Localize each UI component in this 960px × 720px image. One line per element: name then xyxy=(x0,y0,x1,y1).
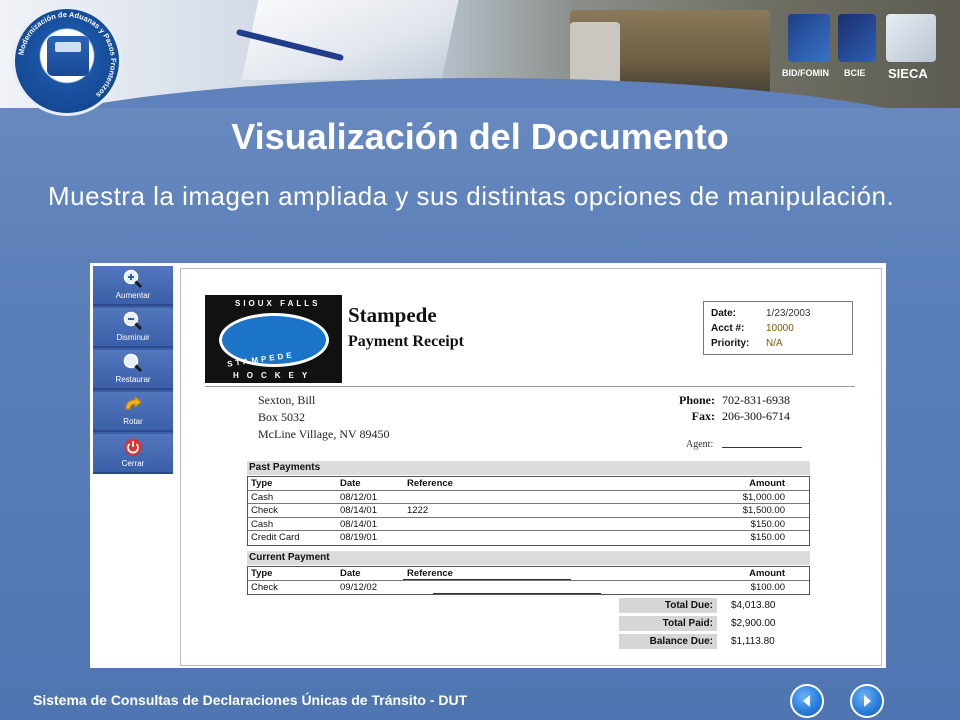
cell-type: Credit Card xyxy=(251,532,300,543)
phone-value: 702-831-6938 xyxy=(722,393,790,407)
cell-type: Check xyxy=(251,505,278,516)
col-reference: Reference xyxy=(407,478,453,489)
next-slide-button[interactable] xyxy=(850,684,884,718)
slide-title: Visualización del Documento xyxy=(231,116,729,157)
address-line-1: Sexton, Bill xyxy=(258,393,316,407)
cell-type: Cash xyxy=(251,491,274,503)
cell-date: 08/19/01 xyxy=(340,532,377,543)
table-row: Check 08/14/01 1222 $1,500.00 xyxy=(248,504,809,518)
zoom-in-label: Aumentar xyxy=(115,291,151,300)
col-amount: Amount xyxy=(749,478,785,489)
rotate-button[interactable]: Rotar xyxy=(93,392,173,432)
cell-date: 08/14/01 xyxy=(340,505,377,516)
zoom-in-icon xyxy=(123,269,143,289)
arrow-right-icon xyxy=(864,695,871,707)
cell-date: 08/14/01 xyxy=(340,518,377,530)
total-paid-value: $2,900.00 xyxy=(731,618,776,629)
zoom-out-button[interactable]: Disminuir xyxy=(93,308,173,348)
address-line-2: Box 5032 xyxy=(258,410,306,424)
date-label: Date: xyxy=(711,308,737,319)
close-button[interactable]: Cerrar xyxy=(93,434,173,474)
date-value: 1/23/2003 xyxy=(766,308,811,319)
acct-label: Acct #: xyxy=(711,323,745,334)
col-date: Date xyxy=(340,478,361,489)
close-label: Cerrar xyxy=(121,459,145,468)
phone-label: Phone: xyxy=(679,393,715,407)
sieca-logo xyxy=(886,14,936,62)
previous-slide-button[interactable] xyxy=(790,684,824,718)
slide-subtitle: Muestra la imagen ampliada y sus distint… xyxy=(48,181,895,211)
past-payments-heading: Past Payments xyxy=(247,461,810,475)
priority-label: Priority: xyxy=(711,338,750,349)
partner-logos: BID/FOMIN BCIE SIECA xyxy=(780,14,940,84)
total-due-label: Total Due: xyxy=(619,598,717,613)
address-line-3: McLine Village, NV 89450 xyxy=(258,427,390,441)
col-type: Type xyxy=(251,478,273,489)
acct-value: 10000 xyxy=(766,323,794,334)
reference-underline xyxy=(403,579,571,580)
table-row: Cash 08/14/01 $150.00 xyxy=(248,518,809,531)
cell-date: 08/12/01 xyxy=(340,491,377,503)
stampede-logo: SIOUX FALLS STAMPEDE HOCKEY xyxy=(205,295,342,383)
zoom-in-button[interactable]: Aumentar xyxy=(93,266,173,306)
document-viewer: Aumentar Disminuir Restaurar Rotar Cerra… xyxy=(90,263,886,668)
past-payments-table: Type Date Reference Amount Cash 08/12/01… xyxy=(247,476,810,546)
table-header-row: Type Date Reference Amount xyxy=(248,477,809,491)
fax-value: 206-300-6714 xyxy=(722,409,790,423)
zoom-out-icon xyxy=(123,311,143,331)
agent-signature-line xyxy=(722,447,802,448)
cell-type: Cash xyxy=(251,518,274,530)
current-payment-table: Type Date Reference Amount Check 09/12/0… xyxy=(247,566,810,595)
cell-amount: $150.00 xyxy=(750,518,785,530)
footer-text: Sistema de Consultas de Declaraciones Ún… xyxy=(33,692,468,708)
col-date: Date xyxy=(340,568,361,579)
cell-amount: $150.00 xyxy=(750,532,785,543)
header-divider xyxy=(205,386,855,387)
rotate-label: Rotar xyxy=(123,417,143,426)
priority-value: N/A xyxy=(766,338,783,349)
cell-date: 09/12/02 xyxy=(340,581,377,593)
cell-amount: $1,500.00 xyxy=(742,505,785,516)
cell-reference: 1222 xyxy=(407,505,429,516)
power-icon xyxy=(124,438,142,456)
table-row: Cash 08/12/01 $1,000.00 xyxy=(248,491,809,504)
col-amount: Amount xyxy=(749,568,785,579)
arrow-left-icon xyxy=(803,695,810,707)
partner-label-bid: BID/FOMIN xyxy=(782,68,829,78)
partner-label-bcie: BCIE xyxy=(844,68,866,78)
account-info-box: Date: 1/23/2003 Acct #: 10000 Priority: … xyxy=(703,301,853,355)
cell-amount: $1,000.00 xyxy=(742,491,785,503)
total-paid-label: Total Paid: xyxy=(619,616,717,631)
viewer-toolbar: Aumentar Disminuir Restaurar Rotar Cerra… xyxy=(93,266,173,474)
fax-label: Fax: xyxy=(691,409,715,423)
agent-label: Agent: xyxy=(686,439,714,450)
total-due-value: $4,013.80 xyxy=(731,600,776,611)
reference-underline xyxy=(433,593,601,594)
zoom-out-label: Disminuir xyxy=(116,333,150,342)
logo-text-bottom: HOCKEY xyxy=(233,371,316,380)
logo-text-top: SIOUX FALLS xyxy=(235,299,321,308)
balance-due-value: $1,113.80 xyxy=(731,636,775,647)
bcie-logo xyxy=(838,14,876,62)
col-type: Type xyxy=(251,568,273,579)
col-reference: Reference xyxy=(407,568,453,579)
current-payment-heading: Current Payment xyxy=(247,551,810,565)
balance-due-label: Balance Due: xyxy=(619,634,717,649)
document-type: Payment Receipt xyxy=(348,333,464,350)
restore-icon xyxy=(123,353,143,373)
document-image: SIOUX FALLS STAMPEDE HOCKEY Stampede Pay… xyxy=(180,268,882,666)
restore-button[interactable]: Restaurar xyxy=(93,350,173,390)
rotate-icon xyxy=(125,395,142,410)
company-name: Stampede xyxy=(348,303,437,327)
bid-fomin-logo xyxy=(788,14,830,62)
cell-type: Check xyxy=(251,581,278,593)
table-row: Check 09/12/02 $100.00 xyxy=(248,581,809,595)
cell-amount: $100.00 xyxy=(750,581,785,593)
logo-truck-icon xyxy=(47,36,89,76)
table-row: Credit Card 08/19/01 $150.00 xyxy=(248,531,809,545)
partner-label-sieca: SIECA xyxy=(888,66,928,81)
restore-label: Restaurar xyxy=(115,375,151,384)
